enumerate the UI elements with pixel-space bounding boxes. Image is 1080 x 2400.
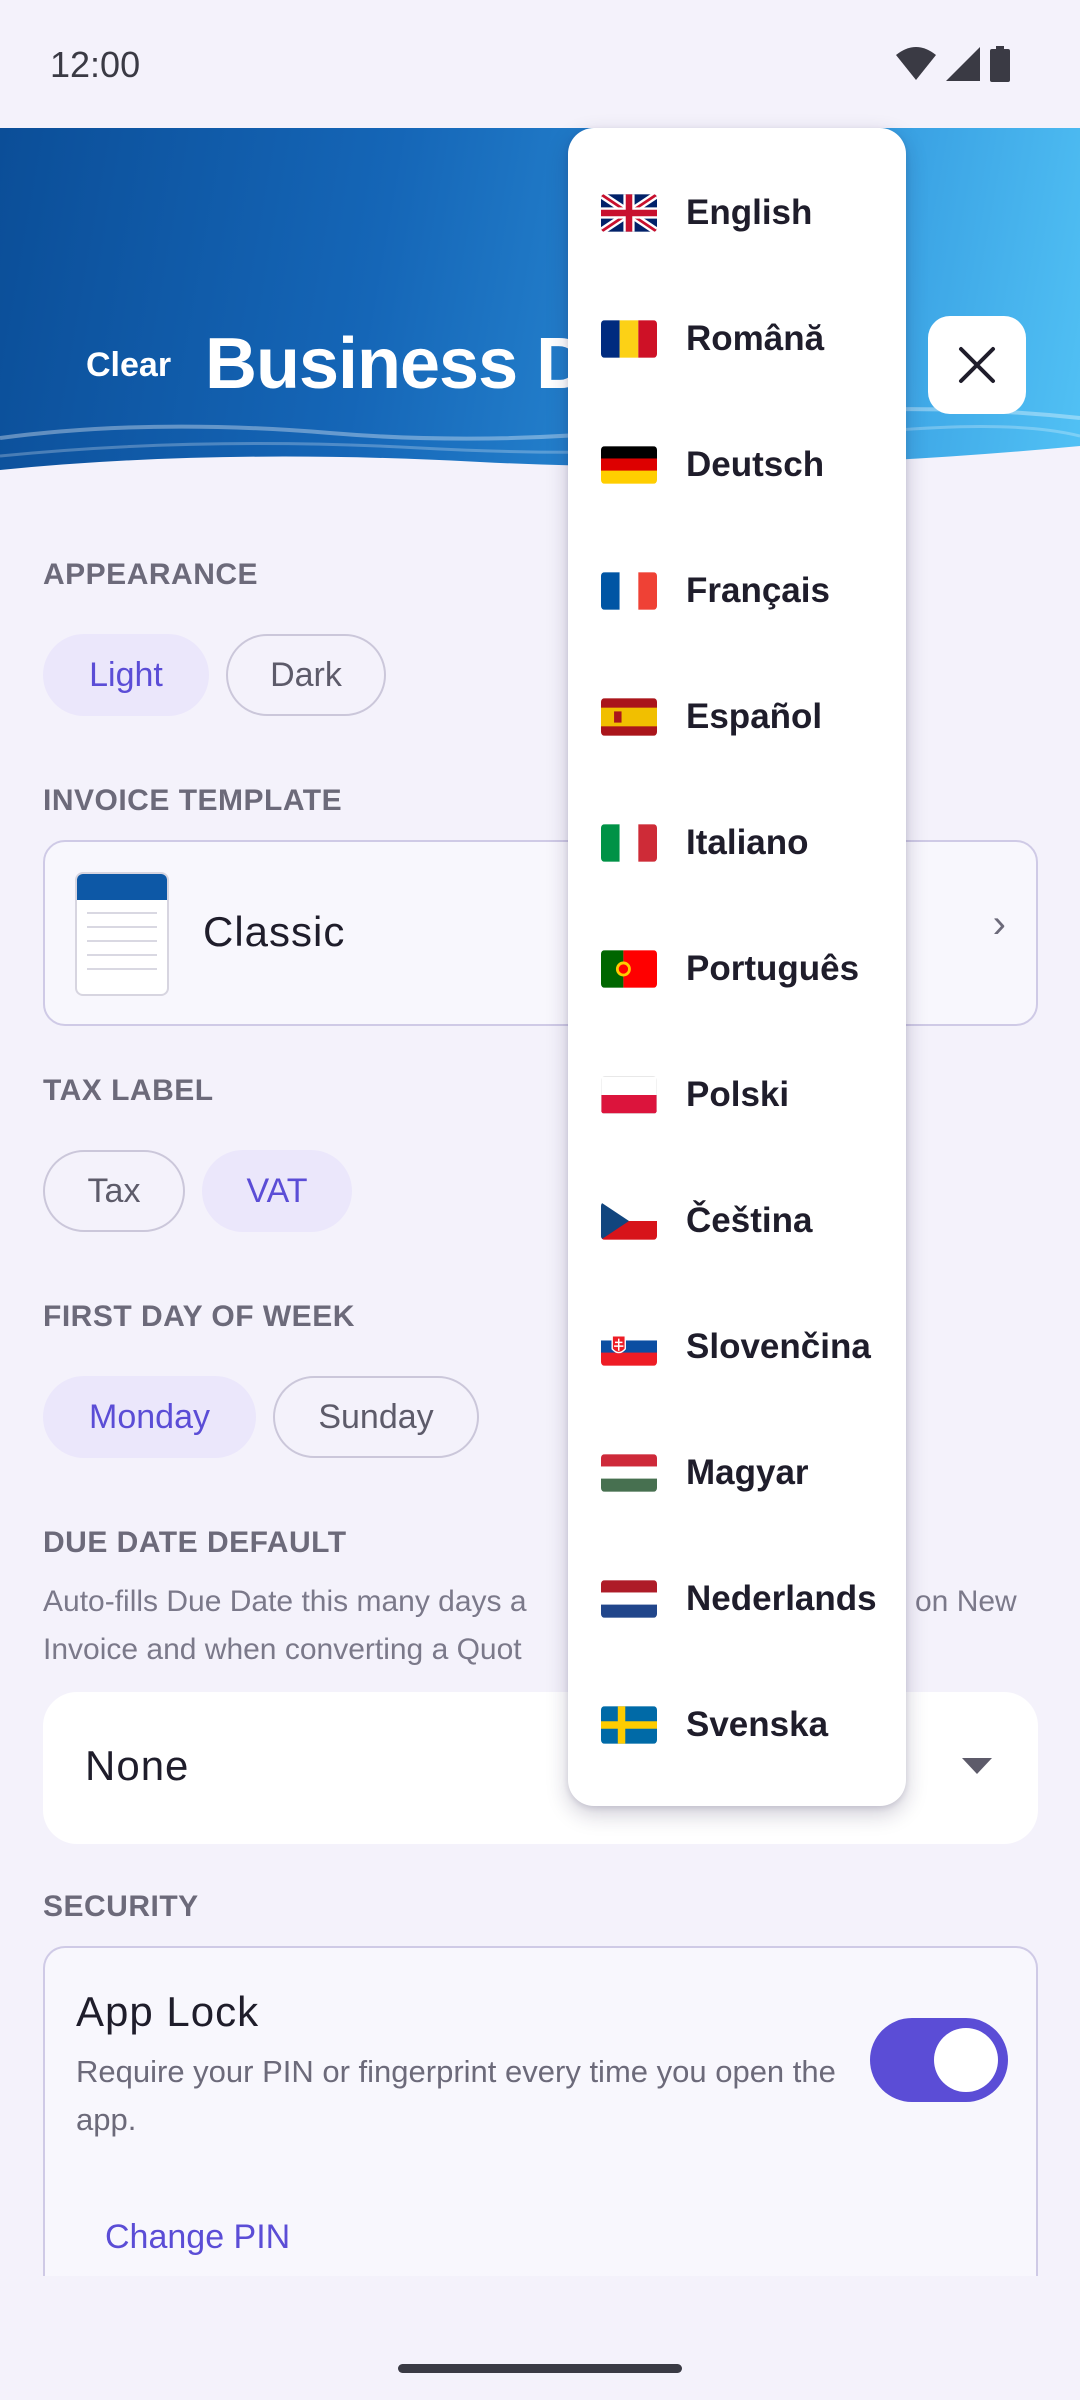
language-item-svenska[interactable]: Svenska	[568, 1662, 906, 1788]
language-item-polski[interactable]: Polski	[568, 1032, 906, 1158]
de-flag-icon	[601, 446, 657, 484]
language-label: Português	[686, 949, 860, 988]
status-time: 12:00	[50, 44, 141, 85]
change-pin-button[interactable]: Change PIN	[105, 2218, 290, 2257]
status-bar: 12:00	[0, 0, 1080, 128]
fr-flag-icon	[601, 572, 657, 610]
due-date-value: None	[85, 1742, 190, 1789]
cz-flag-icon	[601, 1202, 657, 1240]
language-menu: English Română Deutsch Français Español …	[568, 128, 906, 1806]
battery-icon	[990, 46, 1010, 82]
monday-chip[interactable]: Monday	[43, 1376, 256, 1458]
invoice-template-label: INVOICE TEMPLATE	[43, 784, 343, 817]
app-lock-description: Require your PIN or fingerprint every ti…	[76, 2054, 836, 2137]
template-preview-icon	[75, 872, 169, 996]
tax-chip[interactable]: Tax	[43, 1150, 185, 1232]
it-flag-icon	[601, 824, 657, 862]
appearance-light-chip[interactable]: Light	[43, 634, 209, 716]
pt-flag-icon	[601, 950, 657, 988]
language-item-portugues[interactable]: Português	[568, 906, 906, 1032]
close-icon	[959, 347, 995, 383]
language-label: Magyar	[686, 1453, 809, 1492]
nav-bar-area	[0, 2276, 1080, 2400]
header-banner: Clear Business Details	[0, 128, 1080, 498]
language-label: Français	[686, 571, 830, 610]
language-item-slovencina[interactable]: Slovenčina	[568, 1284, 906, 1410]
language-item-cestina[interactable]: Čeština	[568, 1158, 906, 1284]
template-name: Classic	[203, 908, 346, 955]
se-flag-icon	[601, 1706, 657, 1744]
close-button[interactable]	[928, 316, 1026, 414]
due-date-heading: DUE DATE DEFAULT	[43, 1526, 347, 1559]
wifi-icon	[896, 47, 936, 80]
pl-flag-icon	[601, 1076, 657, 1114]
hu-flag-icon	[601, 1454, 657, 1492]
nl-flag-icon	[601, 1580, 657, 1618]
app-lock-title: App Lock	[76, 1988, 260, 2035]
first-day-heading: FIRST DAY OF WEEK	[43, 1300, 355, 1333]
language-item-deutsch[interactable]: Deutsch	[568, 402, 906, 528]
language-item-espanol[interactable]: Español	[568, 654, 906, 780]
language-label: Română	[686, 319, 825, 358]
app-lock-toggle[interactable]	[870, 2018, 1008, 2102]
ro-flag-icon	[601, 320, 657, 358]
language-item-magyar[interactable]: Magyar	[568, 1410, 906, 1536]
vat-chip[interactable]: VAT	[202, 1150, 352, 1232]
toggle-knob	[934, 2028, 998, 2092]
appearance-label: APPEARANCE	[43, 558, 259, 591]
security-heading: SECURITY	[43, 1890, 199, 1923]
home-indicator[interactable]	[398, 2364, 682, 2373]
sk-flag-icon	[601, 1328, 657, 1366]
tax-label-heading: TAX LABEL	[43, 1074, 214, 1107]
dropdown-arrow-icon	[962, 1758, 992, 1774]
language-label: Slovenčina	[686, 1327, 871, 1366]
language-label: Svenska	[686, 1705, 829, 1744]
appearance-dark-chip[interactable]: Dark	[226, 634, 386, 716]
language-item-francais[interactable]: Français	[568, 528, 906, 654]
language-item-italiano[interactable]: Italiano	[568, 780, 906, 906]
language-item-english[interactable]: English	[568, 150, 906, 276]
language-label: Deutsch	[686, 445, 825, 484]
language-label: Italiano	[686, 823, 809, 862]
cellular-icon	[946, 47, 980, 81]
language-label: Español	[686, 697, 823, 736]
language-item-nederlands[interactable]: Nederlands	[568, 1536, 906, 1662]
es-flag-icon	[601, 698, 657, 736]
language-item-romana[interactable]: Română	[568, 276, 906, 402]
gb-flag-icon	[601, 194, 657, 232]
chevron-right-icon: ›	[992, 902, 1006, 946]
status-icons	[896, 44, 1010, 84]
clear-button[interactable]: Clear	[86, 346, 171, 385]
language-label: Čeština	[686, 1201, 813, 1240]
language-label: Nederlands	[686, 1579, 877, 1618]
language-label: English	[686, 193, 813, 232]
language-label: Polski	[686, 1075, 790, 1114]
sunday-chip[interactable]: Sunday	[273, 1376, 479, 1458]
